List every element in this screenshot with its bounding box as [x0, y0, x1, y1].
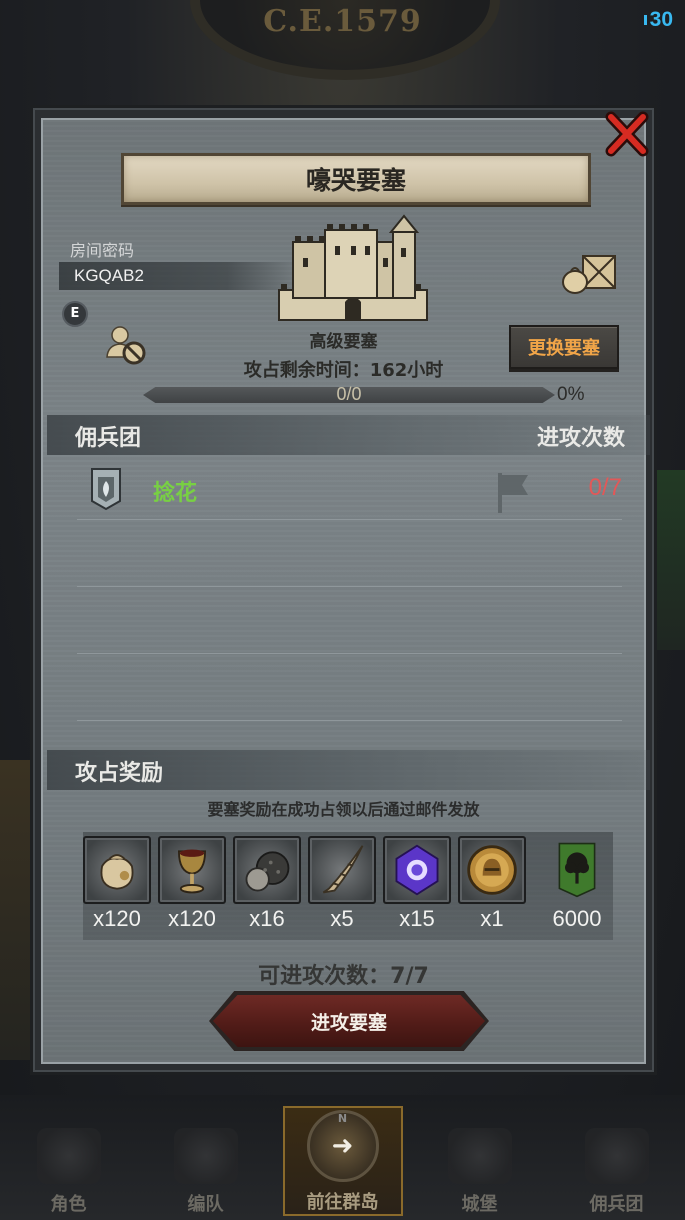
row-divider: [77, 586, 622, 587]
reward-quantity: 6000: [552, 906, 602, 931]
nav-item-formation[interactable]: 编队: [146, 1106, 266, 1216]
supplies-icon[interactable]: [561, 248, 619, 296]
background-left-decoration: [0, 760, 30, 1060]
reward-item[interactable]: x15: [383, 836, 451, 932]
room-password-label: 房间密码: [70, 241, 135, 260]
occupy-progress-percent: 0%: [557, 384, 585, 405]
tree-banner-icon: [543, 836, 611, 904]
modal-panel: 嚎哭要塞 房间密码 KGQAB2 E 高级要塞 更换要塞 攻占剩余时间：162小…: [41, 118, 650, 1064]
team-attack-count: 0/7: [588, 474, 622, 501]
rewards-section-title: 攻占奖励: [75, 761, 164, 786]
signal-indicator: 30: [643, 8, 673, 32]
mercenary-section-header: 佣兵团 进攻次数: [47, 415, 650, 455]
reward-quantity: x5: [330, 906, 354, 931]
arrow-right-icon: ➜: [331, 1131, 354, 1161]
bottom-nav: 角色 编队 N ➜ 前往群岛 城堡 佣兵团: [0, 1095, 685, 1220]
mercenary-section-title: 佣兵团: [75, 426, 142, 451]
reward-item[interactable]: x1: [458, 836, 526, 932]
background-right-decoration: [655, 470, 685, 650]
reward-quantity: x16: [249, 906, 285, 931]
rune-gem-icon: [383, 836, 451, 904]
occupy-progress-count: 0/0: [336, 384, 362, 404]
compass-north-label: N: [337, 1112, 348, 1125]
mercenary-icon: [584, 1128, 649, 1184]
nav-item-mercenary[interactable]: 佣兵团: [557, 1106, 677, 1216]
remaining-attack-count: 可进攻次数：7/7: [258, 964, 429, 989]
signal-icon: [643, 15, 647, 25]
reward-item[interactable]: x120: [83, 836, 151, 932]
rewards-list: x120 x120 x16 x5 x15 x1 6000: [83, 832, 613, 940]
close-button[interactable]: [602, 108, 652, 160]
fortress-icon: [278, 214, 428, 321]
horn-icon: [308, 836, 376, 904]
close-icon: [605, 111, 649, 157]
reward-item[interactable]: 6000: [543, 836, 611, 932]
occupy-remaining-time: 攻占剩余时间：162小时: [243, 360, 444, 381]
attack-fortress-button[interactable]: 进攻要塞: [213, 995, 485, 1047]
fortress-modal: 嚎哭要塞 房间密码 KGQAB2 E 高级要塞 更换要塞 攻占剩余时间：162小…: [30, 105, 657, 1075]
castle-icon: [447, 1128, 512, 1184]
row-divider: [77, 653, 622, 654]
rewards-section-header: 攻占奖励: [47, 750, 650, 790]
reward-quantity: x15: [399, 906, 435, 931]
reward-quantity: x120: [168, 906, 216, 931]
attacks-column-header: 进攻次数: [536, 426, 625, 451]
row-divider: [77, 519, 622, 520]
nav-label: 前往群岛: [306, 1192, 379, 1213]
reward-quantity: x1: [480, 906, 504, 931]
rewards-note: 要塞奖励在成功占领以后通过邮件发放: [207, 800, 480, 819]
team-row[interactable]: 捻花 0/7: [77, 463, 622, 519]
signal-value: 30: [649, 8, 673, 31]
flag-icon: [498, 473, 528, 513]
reward-item[interactable]: x16: [233, 836, 301, 932]
guild-emblem-icon: [91, 468, 121, 511]
reward-item[interactable]: x5: [308, 836, 376, 932]
team-name: 捻花: [153, 481, 198, 506]
sack-icon: [83, 836, 151, 904]
reward-item[interactable]: x120: [158, 836, 226, 932]
nav-item-archipelago[interactable]: N ➜ 前往群岛: [282, 1106, 403, 1216]
reward-quantity: x120: [93, 906, 141, 931]
row-divider: [77, 720, 622, 721]
modal-title: 嚎哭要塞: [121, 153, 591, 205]
character-icon: [36, 1128, 101, 1184]
goblet-icon: [158, 836, 226, 904]
nav-item-character[interactable]: 角色: [9, 1106, 129, 1216]
nav-label: 编队: [187, 1194, 224, 1215]
formation-icon: [173, 1128, 238, 1184]
era-label: C.E.1579: [263, 4, 422, 39]
room-password-value[interactable]: KGQAB2: [59, 262, 299, 290]
nav-item-castle[interactable]: 城堡: [420, 1106, 540, 1216]
nav-label: 角色: [50, 1194, 87, 1215]
helmet-coin-icon: [458, 836, 526, 904]
ore-icon: [233, 836, 301, 904]
nav-label: 城堡: [461, 1194, 498, 1215]
nav-label: 佣兵团: [589, 1194, 644, 1215]
rank-badge: E: [62, 301, 88, 327]
